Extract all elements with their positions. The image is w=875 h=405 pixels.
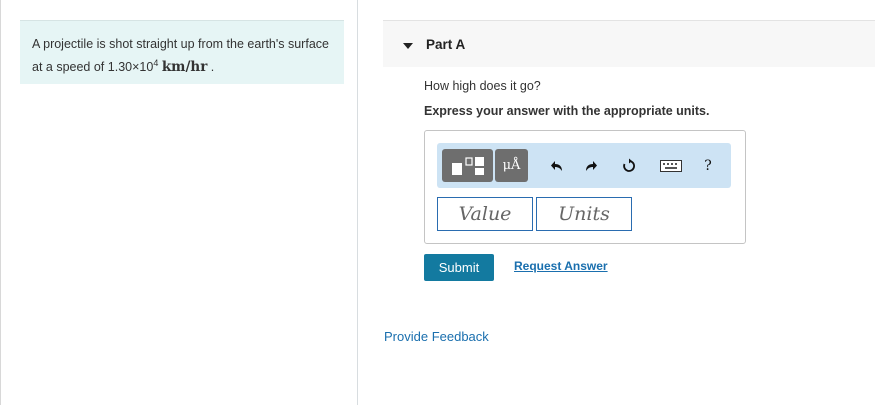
keyboard-icon[interactable]	[657, 155, 685, 177]
column-divider	[357, 0, 358, 405]
math-toolbar: μÅ ?	[437, 143, 731, 188]
help-icon[interactable]: ?	[699, 155, 717, 177]
reset-icon[interactable]	[618, 155, 640, 177]
provide-feedback-link[interactable]: Provide Feedback	[384, 329, 489, 344]
undo-icon[interactable]	[546, 155, 568, 177]
request-answer-link[interactable]: Request Answer	[514, 259, 608, 273]
part-a-header[interactable]: Part A	[383, 20, 875, 67]
units-icon[interactable]: μÅ	[495, 149, 528, 182]
templates-icon[interactable]	[442, 149, 493, 182]
speed-value: 1.30×104	[107, 58, 159, 75]
value-input[interactable]: Value	[437, 197, 533, 231]
units-input[interactable]: Units	[536, 197, 632, 231]
speed-units: km/hr	[161, 59, 208, 76]
collapse-caret-icon[interactable]	[403, 43, 413, 49]
part-title: Part A	[426, 37, 466, 52]
problem-statement: A projectile is shot straight up from th…	[20, 20, 344, 84]
submit-button[interactable]: Submit	[424, 254, 494, 281]
left-border	[0, 0, 1, 405]
instruction-text: Express your answer with the appropriate…	[424, 104, 710, 118]
answer-box: μÅ ? Value Units	[424, 130, 746, 244]
question-text: How high does it go?	[424, 79, 541, 93]
redo-icon[interactable]	[580, 155, 602, 177]
